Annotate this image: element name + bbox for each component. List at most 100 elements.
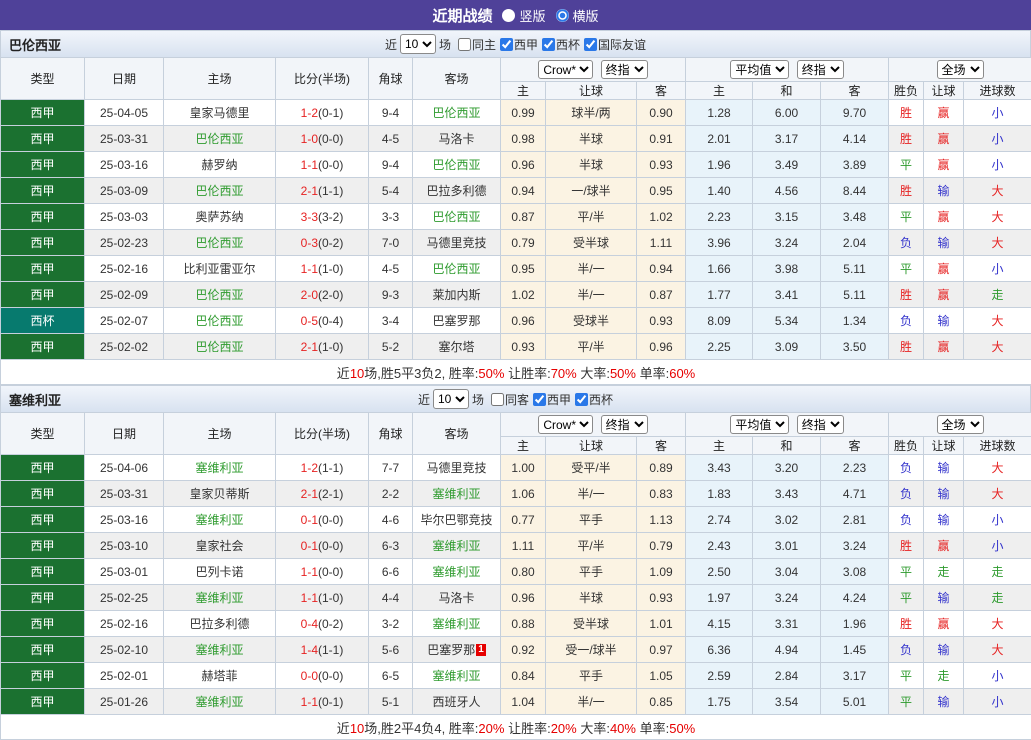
odds-home: 0.79 [501,230,546,256]
odds-source-select[interactable]: Crow* [538,60,593,79]
odds-away: 0.93 [637,585,686,611]
col-header-home: 主场 [164,413,276,455]
away-team-cell: 塞维利亚 [413,611,501,637]
match-count-select[interactable]: 10 [400,34,436,54]
odds-home: 1.04 [501,689,546,715]
odds-away: 1.11 [637,230,686,256]
home-team-cell: 塞维利亚 [164,455,276,481]
checkbox-input[interactable] [500,38,513,51]
filter-checkbox[interactable]: 西甲 [533,391,571,408]
match-row: 西甲 25-02-09 巴伦西亚 2-0(2-0) 9-3 莱加内斯 1.02 … [1,282,1031,308]
checkbox-input[interactable] [458,38,471,51]
odds-handicap: 一/球半 [546,178,637,204]
odds-away: 0.85 [637,689,686,715]
halftime-score: (2-1) [318,487,343,501]
away-team-cell: 塞尔塔 [413,334,501,360]
avg-home: 1.83 [686,481,753,507]
avg-draw: 3.02 [753,507,821,533]
avg-draw: 3.09 [753,334,821,360]
result-goals: 大 [964,204,1031,230]
col-header-date: 日期 [85,58,164,100]
odds-closing-select[interactable]: 终指 [601,60,648,79]
score-cell: 1-0(0-0) [276,126,369,152]
scope-select[interactable]: 全场 [937,415,984,434]
avg-closing-select[interactable]: 终指 [797,415,844,434]
results-table-2: 类型 日期 主场 比分(半场) 角球 客场 Crow* 终指 平均值 终指 全场… [0,412,1031,740]
avg-select[interactable]: 平均值 [730,60,789,79]
match-date: 25-04-06 [85,455,164,481]
fulltime-score: 0-5 [301,314,318,328]
scope-select[interactable]: 全场 [937,60,984,79]
layout-radio-vertical[interactable]: 竖版 [502,6,545,25]
avg-group-header: 平均值 终指 [686,413,889,437]
filter-checkbox[interactable]: 同客 [491,391,529,408]
score-cell: 0-5(0-4) [276,308,369,334]
avg-away: 8.44 [821,178,889,204]
filter-checkbox[interactable]: 西杯 [575,391,613,408]
match-date: 25-02-25 [85,585,164,611]
home-team-cell: 塞维利亚 [164,507,276,533]
match-row: 西杯 25-02-07 巴伦西亚 0-5(0-4) 3-4 巴塞罗那 0.96 … [1,308,1031,334]
odds-away: 0.87 [637,282,686,308]
checkbox-input[interactable] [533,393,546,406]
filter-checkbox[interactable]: 国际友谊 [584,36,646,53]
home-team-cell: 皇家社会 [164,533,276,559]
halftime-score: (0-0) [318,132,343,146]
result-handicap: 赢 [924,204,964,230]
avg-select[interactable]: 平均值 [730,415,789,434]
fulltime-score: 1-1 [301,158,318,172]
result-winloss: 平 [889,663,924,689]
filter-checkbox[interactable]: 西甲 [500,36,538,53]
radio-checked-icon[interactable] [556,9,569,22]
score-cell: 0-0(0-0) [276,663,369,689]
away-team: 马洛卡 [438,591,474,605]
filters-2: 近 10 场 同客 西甲 西杯 [418,389,613,409]
odds-handicap: 半/一 [546,481,637,507]
checkbox-input[interactable] [575,393,588,406]
col-header-goals: 进球数 [964,82,1031,100]
result-winloss: 平 [889,585,924,611]
match-date: 25-03-31 [85,126,164,152]
match-date: 25-02-10 [85,637,164,663]
avg-home: 1.75 [686,689,753,715]
team-section-header-1: 巴伦西亚 近 10 场 同主 西甲 西杯 [0,30,1031,57]
away-team-cell: 巴伦西亚 [413,152,501,178]
home-team: 塞维利亚 [195,643,243,657]
checkbox-input[interactable] [542,38,555,51]
result-handicap: 赢 [924,152,964,178]
away-team-cell: 巴伦西亚 [413,204,501,230]
checkbox-input[interactable] [584,38,597,51]
col-header-winloss: 胜负 [889,437,924,455]
avg-home: 6.36 [686,637,753,663]
filter-checkbox[interactable]: 西杯 [542,36,580,53]
odds-source-select[interactable]: Crow* [538,415,593,434]
corner-cell: 4-5 [369,256,413,282]
away-team: 巴伦西亚 [432,262,480,276]
checkbox-label: 西甲 [514,36,538,53]
match-count-select[interactable]: 10 [433,389,469,409]
avg-closing-select[interactable]: 终指 [797,60,844,79]
odds-closing-select[interactable]: 终指 [601,415,648,434]
match-row: 西甲 25-03-16 塞维利亚 0-1(0-0) 4-6 毕尔巴鄂竞技 0.7… [1,507,1031,533]
halftime-score: (0-0) [318,669,343,683]
avg-away: 1.45 [821,637,889,663]
avg-draw: 4.56 [753,178,821,204]
radio-unchecked-icon[interactable] [502,9,515,22]
col-header-home: 主场 [164,58,276,100]
away-team: 巴拉多利德 [426,184,486,198]
league-type-cell: 西甲 [1,126,85,152]
away-team-cell: 塞维利亚 [413,559,501,585]
league-type-cell: 西甲 [1,611,85,637]
layout-radio-horizontal[interactable]: 横版 [556,6,599,25]
away-team-cell: 巴塞罗那 [413,308,501,334]
away-team-cell: 毕尔巴鄂竞技 [413,507,501,533]
avg-away: 3.89 [821,152,889,178]
score-cell: 0-1(0-0) [276,507,369,533]
halftime-score: (0-1) [318,695,343,709]
away-team: 塞维利亚 [432,539,480,553]
result-handicap: 输 [924,481,964,507]
odds-handicap: 平手 [546,559,637,585]
checkbox-input[interactable] [491,393,504,406]
match-row: 西甲 25-02-01 赫塔菲 0-0(0-0) 6-5 塞维利亚 0.84 平… [1,663,1031,689]
filter-checkbox[interactable]: 同主 [458,36,496,53]
